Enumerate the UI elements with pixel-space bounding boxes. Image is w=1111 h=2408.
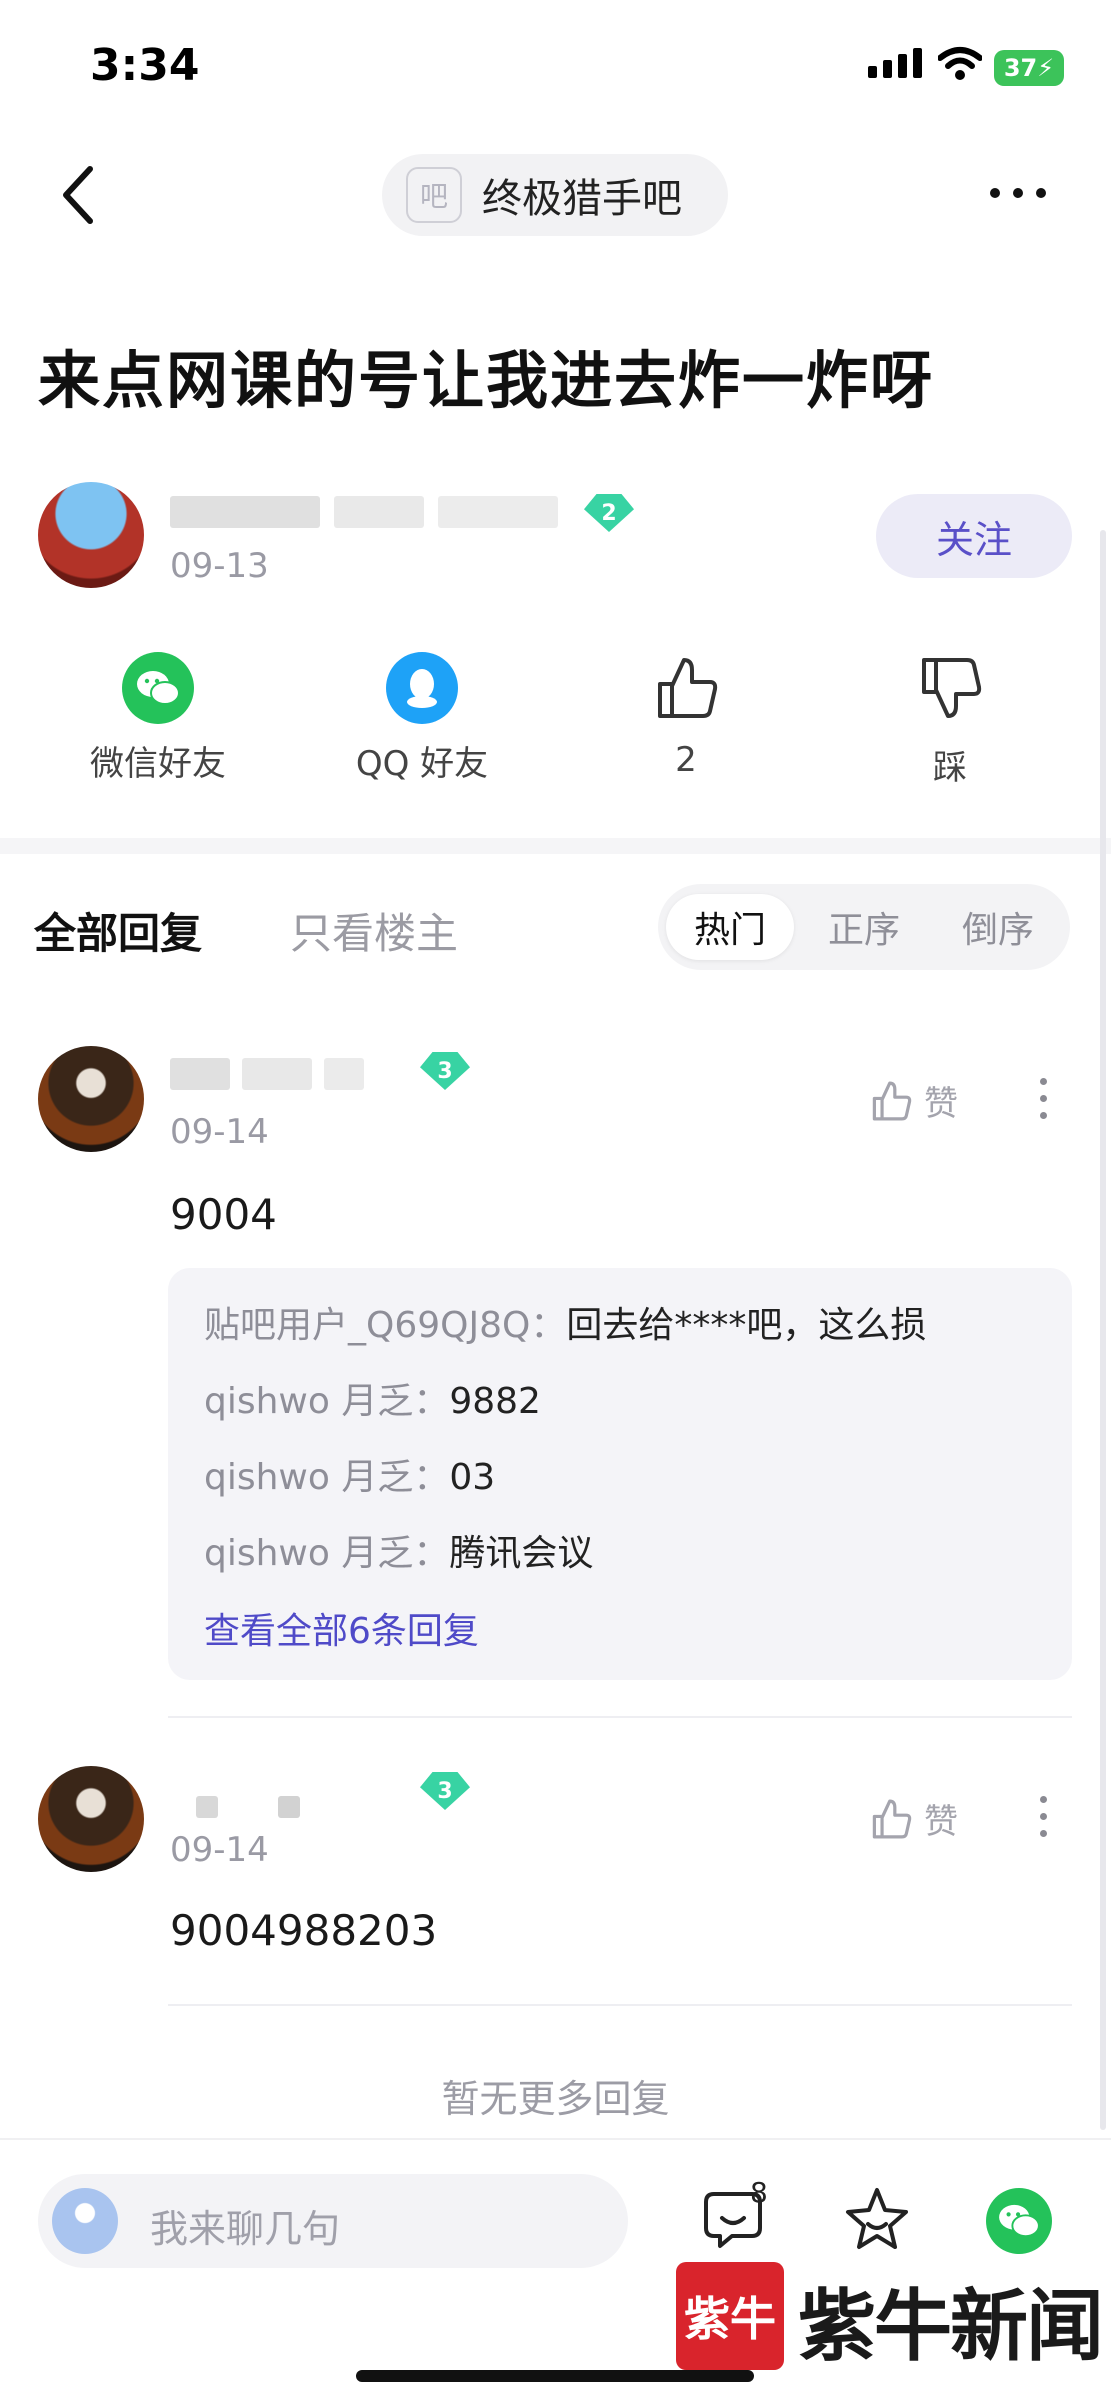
charging-icon: ⚡ <box>1037 54 1055 82</box>
share-wechat-label: 微信好友 <box>90 744 226 784</box>
post-date: 09-13 <box>170 546 269 586</box>
home-indicator[interactable] <box>356 2370 754 2382</box>
thumbs-up-icon <box>872 1081 912 1120</box>
forum-name: 终极猎手吧 <box>482 176 682 222</box>
reply-input-placeholder: 我来聊几句 <box>150 2207 341 2251</box>
comment-more-icon[interactable] <box>1040 1796 1047 1837</box>
sub-reply: 贴吧用户_Q69QJ8Q：回去给****吧，这么损 <box>204 1296 926 1348</box>
tab-all-replies[interactable]: 全部回复 <box>34 900 202 961</box>
qq-icon <box>386 652 458 724</box>
scrollbar[interactable] <box>1100 530 1106 2130</box>
masked-name-part <box>438 496 558 528</box>
star-icon <box>846 2188 908 2249</box>
tab-op-only[interactable]: 只看楼主 <box>290 900 458 961</box>
sub-reply: qishwo 月乏：9882 <box>204 1372 541 1424</box>
share-qq-button[interactable]: QQ 好友 <box>322 652 522 785</box>
comment-like-button[interactable]: 赞 <box>868 1076 958 1125</box>
masked-name-part <box>334 496 424 528</box>
comment-count: 8 <box>750 2176 768 2209</box>
masked-name-part <box>242 1058 312 1090</box>
favorite-button[interactable] <box>842 2184 912 2258</box>
section-divider <box>0 838 1111 854</box>
share-wechat-button[interactable]: 微信好友 <box>58 652 258 785</box>
comment-date: 09-14 <box>170 1112 269 1152</box>
reply-input[interactable]: 我来聊几句 <box>38 2174 628 2268</box>
comment-more-icon[interactable] <box>1040 1078 1047 1119</box>
forum-pill-button[interactable]: 吧 终极猎手吧 <box>382 154 728 236</box>
sub-replies-box[interactable]: 贴吧用户_Q69QJ8Q：回去给****吧，这么损 qishwo 月乏：9882… <box>168 1268 1072 1680</box>
comment-separator <box>168 1716 1072 1718</box>
masked-name-part <box>170 1058 230 1090</box>
share-qq-label: QQ 好友 <box>355 744 489 784</box>
wifi-icon <box>938 47 982 80</box>
sort-hot-button[interactable]: 热门 <box>666 894 794 960</box>
like-label: 赞 <box>924 1802 958 1842</box>
back-arrow-icon[interactable] <box>58 165 98 225</box>
masked-name-part <box>170 496 320 528</box>
battery-indicator: 37 ⚡ <box>994 50 1064 86</box>
dislike-post-button[interactable]: 踩 <box>850 652 1050 789</box>
view-all-replies-link[interactable]: 查看全部6条回复 <box>204 1602 479 1654</box>
comment-body: 9004 <box>170 1190 277 1239</box>
comment-date: 09-14 <box>170 1830 269 1870</box>
sub-reply-user[interactable]: qishwo 月乏： <box>204 1457 449 1498</box>
sub-reply-text: 腾讯会议 <box>449 1533 594 1574</box>
post-title: 来点网课的号让我进去炸一炸呀 <box>38 344 935 417</box>
sort-ascending-button[interactable]: 正序 <box>800 894 928 960</box>
watermark-text: 紫牛新闻 <box>798 2281 1104 2372</box>
comment-separator <box>168 2004 1072 2006</box>
sub-reply: qishwo 月乏：腾讯会议 <box>204 1524 593 1576</box>
sub-reply-text: 回去给****吧，这么损 <box>566 1305 927 1346</box>
follow-button[interactable]: 关注 <box>876 494 1072 578</box>
sub-reply-text: 03 <box>449 1457 496 1498</box>
cellular-signal-icon <box>868 48 922 78</box>
comment-like-button[interactable]: 赞 <box>868 1794 958 1843</box>
like-count: 2 <box>675 740 697 780</box>
like-label: 赞 <box>924 1084 958 1124</box>
battery-level: 37 <box>1003 54 1038 82</box>
sort-toggle: 热门 正序 倒序 <box>658 884 1070 970</box>
sub-reply-user[interactable]: qishwo 月乏： <box>204 1381 449 1422</box>
sub-reply-user[interactable]: 贴吧用户_Q69QJ8Q： <box>204 1305 566 1346</box>
user-avatar <box>52 2188 118 2254</box>
level-badge: 3 <box>420 1772 470 1810</box>
level-badge: 2 <box>584 494 634 532</box>
sort-descending-button[interactable]: 倒序 <box>934 894 1062 960</box>
commenter-name-masked[interactable] <box>170 1058 364 1090</box>
comment-body: 9004988203 <box>170 1906 438 1955</box>
thumbs-up-icon <box>658 658 718 718</box>
author-name-masked[interactable] <box>170 496 558 528</box>
sub-reply: qishwo 月乏：03 <box>204 1448 495 1500</box>
wechat-icon <box>122 652 194 724</box>
level-badge: 3 <box>420 1052 470 1090</box>
thumbs-down-icon <box>922 658 982 718</box>
share-wechat-bottom-button[interactable] <box>986 2188 1052 2254</box>
comment-avatar[interactable] <box>38 1046 144 1152</box>
status-time: 3:34 <box>90 40 200 91</box>
masked-name-part <box>324 1058 364 1090</box>
wechat-icon <box>999 2204 1040 2238</box>
no-more-replies: 暂无更多回复 <box>441 2077 670 2121</box>
sub-reply-text: 9882 <box>449 1381 541 1422</box>
masked-name-part <box>278 1796 300 1818</box>
sub-reply-user[interactable]: qishwo 月乏： <box>204 1533 449 1574</box>
masked-name-part <box>196 1796 218 1818</box>
author-avatar[interactable] <box>38 482 144 588</box>
thumbs-up-icon <box>872 1799 912 1838</box>
forum-icon: 吧 <box>406 167 462 223</box>
more-options-icon[interactable] <box>990 188 1046 198</box>
dislike-label: 踩 <box>933 748 967 788</box>
like-post-button[interactable]: 2 <box>586 652 786 780</box>
commenter-name-masked[interactable] <box>196 1796 300 1818</box>
watermark-logo: 紫牛 <box>676 2262 784 2370</box>
comment-avatar[interactable] <box>38 1766 144 1872</box>
